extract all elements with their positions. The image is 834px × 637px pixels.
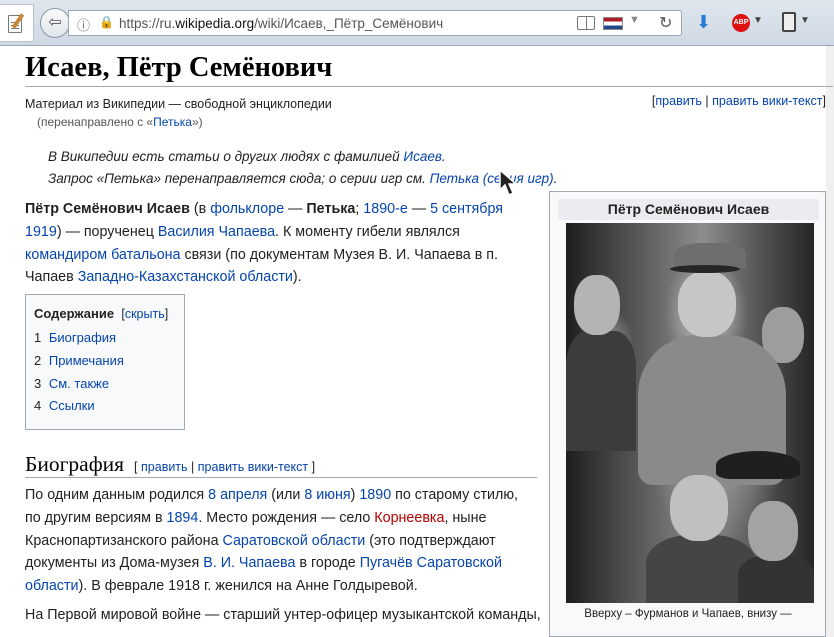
download-icon[interactable]: ⬇ bbox=[696, 12, 711, 33]
september-5-link[interactable]: 5 сентября bbox=[430, 201, 503, 217]
site-info-icon[interactable]: ⓘ bbox=[77, 15, 90, 34]
june-8-link[interactable]: 8 июня bbox=[304, 487, 350, 503]
folklore-link[interactable]: фольклоре bbox=[210, 201, 284, 217]
april-8-link[interactable]: 8 апреля bbox=[208, 487, 267, 503]
url-text[interactable]: https://ru.wikipedia.org/wiki/Исаев,_Пёт… bbox=[119, 16, 443, 31]
hatnote-surname-link[interactable]: Исаев bbox=[403, 149, 441, 164]
infobox-title: Пётр Семёнович Исаев bbox=[558, 199, 819, 220]
hatnote-redirect: Запрос «Петька» перенаправляется сюда; о… bbox=[48, 171, 558, 186]
saratov-link[interactable]: Саратовской bbox=[417, 555, 502, 571]
toc-item-notes[interactable]: 2 Примечания bbox=[34, 350, 176, 373]
toc-item-links[interactable]: 4 Ссылки bbox=[34, 395, 176, 418]
section-divider bbox=[25, 477, 537, 478]
chapaev-link[interactable]: Василия Чапаева bbox=[158, 224, 275, 240]
intro-paragraph: Пётр Семёнович Исаев (в фольклоре — Петь… bbox=[25, 201, 504, 286]
saratov-oblast-link[interactable]: Саратовской области bbox=[223, 533, 366, 549]
photo-caption: Вверху – Фурманов и Чапаев, внизу — bbox=[584, 608, 792, 620]
translate-flag-icon[interactable] bbox=[603, 17, 623, 30]
mouse-cursor-icon bbox=[499, 168, 518, 197]
toc-hide-link[interactable]: скрыть bbox=[125, 307, 165, 321]
section-edit-link[interactable]: править bbox=[141, 460, 188, 474]
hatnote-game-link[interactable]: Петька (серия игр) bbox=[430, 171, 554, 186]
article-content: Исаев, Пётр Семёнович [править | править… bbox=[0, 46, 833, 637]
page-edit-links: [править | править вики-текст] bbox=[651, 94, 826, 108]
address-bar[interactable]: ⓘ 🔒 https://ru.wikipedia.org/wiki/Исаев,… bbox=[68, 10, 682, 36]
edit-source-link[interactable]: править вики-текст bbox=[712, 94, 822, 108]
west-kazakhstan-link[interactable]: Западно-Казахстанской области bbox=[78, 269, 293, 285]
adblock-dropdown-icon[interactable]: ▼ bbox=[753, 15, 763, 26]
korneevka-link[interactable]: Корнеевка bbox=[374, 510, 444, 526]
pugachev-link[interactable]: Пугачёв bbox=[360, 555, 413, 571]
1890s-link[interactable]: 1890-е bbox=[363, 201, 408, 217]
hatnote-surname: В Википедии есть статьи о других людях с… bbox=[48, 149, 446, 164]
oblast-link[interactable]: области bbox=[25, 578, 78, 594]
clipboard-icon[interactable] bbox=[782, 12, 796, 32]
adblock-icon[interactable]: ABP bbox=[732, 14, 750, 32]
reload-icon[interactable]: ↻ bbox=[659, 13, 672, 33]
lock-icon[interactable]: 🔒 bbox=[99, 15, 114, 29]
page-title: Исаев, Пётр Семёнович bbox=[25, 52, 333, 83]
clipboard-dropdown-icon[interactable]: ▼ bbox=[800, 15, 810, 26]
back-button[interactable]: ⇦ bbox=[40, 8, 70, 38]
section-edit-source-link[interactable]: править вики-текст bbox=[198, 460, 308, 474]
biography-paragraph-2: На Первой мировой войне — старший унтер-… bbox=[25, 607, 541, 623]
subject-name: Пётр Семёнович Исаев bbox=[25, 201, 190, 217]
1894-link[interactable]: 1894 bbox=[167, 510, 199, 526]
section-heading-biography: Биография[ править | править вики-текст … bbox=[25, 452, 316, 476]
battalion-commander-link[interactable]: командиром батальона bbox=[25, 247, 181, 263]
1890-link[interactable]: 1890 bbox=[359, 487, 391, 503]
reader-view-icon[interactable] bbox=[577, 16, 595, 30]
table-of-contents: Содержание [скрыть] 1 Биография 2 Примеч… bbox=[25, 294, 185, 430]
title-divider bbox=[25, 86, 833, 87]
toc-item-biography[interactable]: 1 Биография bbox=[34, 327, 176, 350]
redirect-notice: (перенаправлено с «Петька») bbox=[37, 115, 203, 129]
redirect-source-link[interactable]: Петька bbox=[153, 115, 192, 129]
scrollbar[interactable] bbox=[826, 46, 834, 637]
toc-item-see-also[interactable]: 3 См. также bbox=[34, 373, 176, 396]
site-subtitle: Материал из Википедии — свободной энцикл… bbox=[25, 97, 332, 111]
infobox: Пётр Семёнович Исаев Вверху – Фурманов и… bbox=[549, 191, 826, 637]
url-dropdown-icon[interactable]: ▼ bbox=[629, 14, 640, 26]
vi-chapaev-link[interactable]: В. И. Чапаева bbox=[203, 555, 295, 571]
1919-link[interactable]: 1919 bbox=[25, 224, 57, 240]
edit-link[interactable]: править bbox=[655, 94, 702, 108]
portrait-photo[interactable] bbox=[566, 223, 814, 603]
tab-thumbnail[interactable] bbox=[0, 4, 34, 42]
toc-title: Содержание [скрыть] bbox=[34, 306, 169, 321]
biography-paragraph: По одним данным родился 8 апреля (или 8 … bbox=[25, 487, 519, 595]
browser-toolbar: ⇦ ⓘ 🔒 https://ru.wikipedia.org/wiki/Исае… bbox=[0, 0, 834, 46]
